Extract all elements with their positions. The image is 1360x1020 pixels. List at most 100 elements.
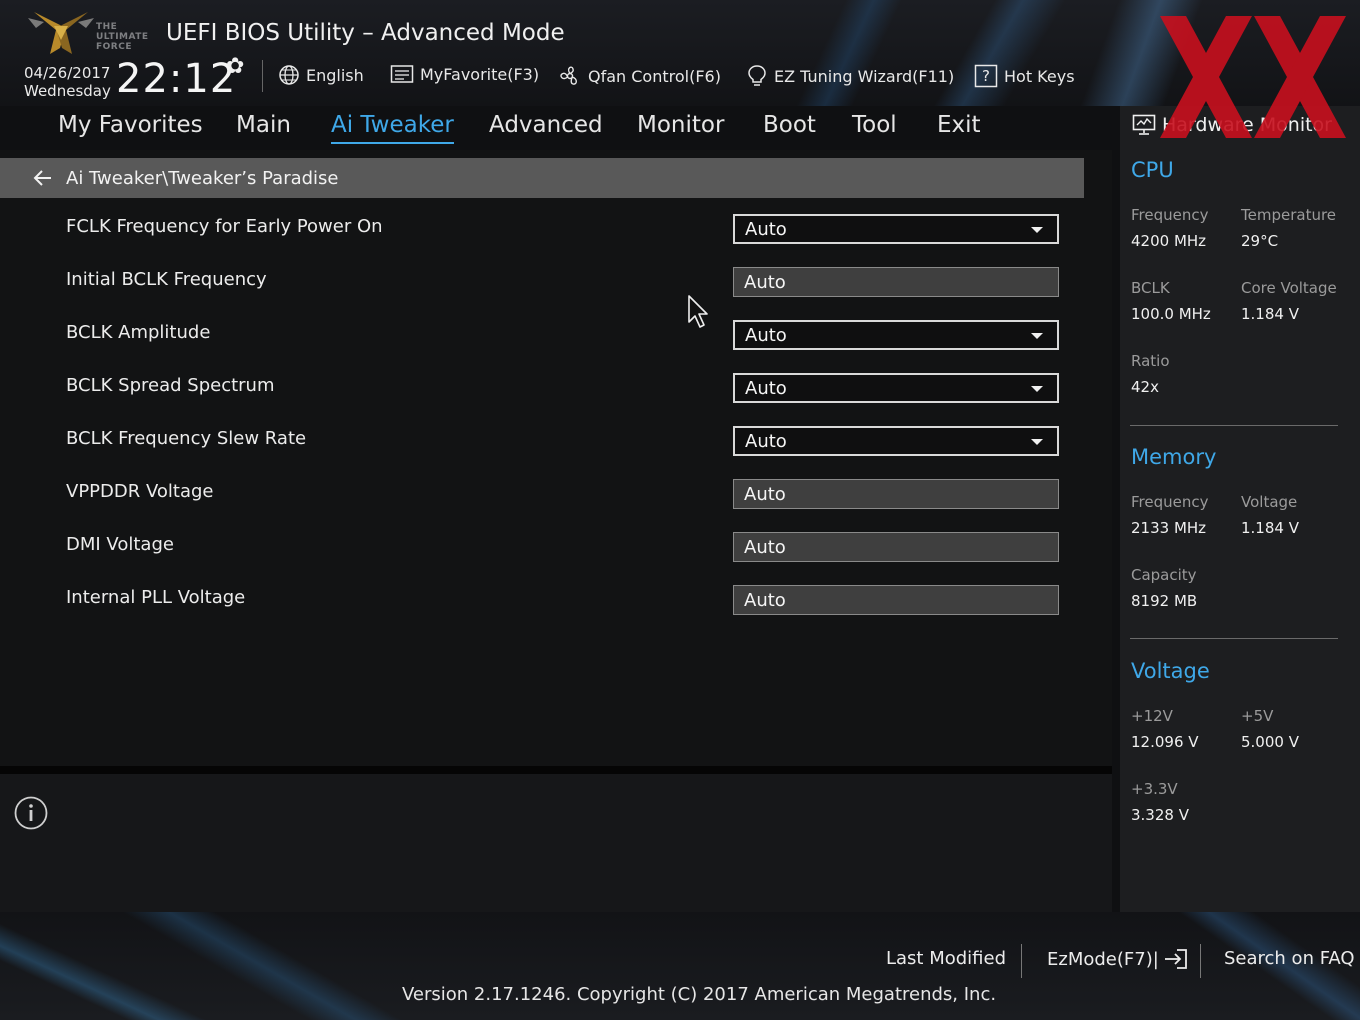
- setting-label: BCLK Amplitude: [66, 322, 211, 343]
- setting-row-bclk-slew-rate: BCLK Frequency Slew Rate Auto: [0, 420, 1084, 460]
- cpu-heading: CPU: [1131, 158, 1174, 182]
- bclk-slew-rate-dropdown[interactable]: Auto: [733, 426, 1059, 456]
- ratio-label: Ratio: [1131, 352, 1170, 370]
- info-icon: [14, 796, 48, 830]
- bclk-spread-spectrum-dropdown[interactable]: Auto: [733, 373, 1059, 403]
- core-voltage-value: 1.184 V: [1241, 305, 1299, 323]
- internal-pll-voltage-field[interactable]: Auto: [733, 585, 1059, 615]
- cpu-frequency-value: 4200 MHz: [1131, 232, 1207, 250]
- ezmode-label: EzMode(F7)|: [1047, 948, 1159, 970]
- version-text: Version 2.17.1246. Copyright (C) 2017 Am…: [402, 984, 997, 1005]
- myfavorite-icon: [390, 65, 414, 83]
- gear-icon[interactable]: ✿: [226, 54, 244, 79]
- core-voltage-label: Core Voltage: [1241, 279, 1337, 297]
- memory-voltage-value: 1.184 V: [1241, 519, 1299, 537]
- weekday-text: Wednesday: [24, 82, 111, 100]
- hot-keys-button[interactable]: ? Hot Keys: [974, 64, 1075, 88]
- setting-label: FCLK Frequency for Early Power On: [66, 216, 383, 237]
- ezmode-button[interactable]: EzMode(F7)|: [1047, 948, 1189, 970]
- initial-bclk-frequency-field[interactable]: Auto: [733, 267, 1059, 297]
- tab-advanced[interactable]: Advanced: [489, 112, 603, 138]
- chevron-down-icon: [1031, 333, 1043, 339]
- myfavorite-button[interactable]: MyFavorite(F3): [390, 64, 539, 84]
- tab-exit[interactable]: Exit: [937, 112, 981, 138]
- section-divider: [1130, 638, 1338, 639]
- memory-frequency-value: 2133 MHz: [1131, 519, 1207, 537]
- svg-text:?: ?: [982, 67, 990, 85]
- last-modified-button[interactable]: Last Modified: [886, 948, 1006, 969]
- v33-label: +3.3V: [1131, 780, 1178, 798]
- dropdown-value: Auto: [745, 430, 787, 452]
- capacity-value: 8192 MB: [1131, 592, 1198, 610]
- chevron-down-icon: [1031, 227, 1043, 233]
- qfan-control-button[interactable]: Qfan Control(F6): [558, 64, 721, 88]
- chevron-down-icon: [1031, 386, 1043, 392]
- main-menu-tabs: My Favorites Main Ai Tweaker Advanced Mo…: [0, 106, 1112, 150]
- cpu-frequency-label: Frequency: [1131, 206, 1209, 224]
- header-separator: [262, 60, 263, 92]
- tab-my-favorites[interactable]: My Favorites: [58, 112, 203, 138]
- footer-separator: [1200, 944, 1201, 978]
- setting-label: BCLK Spread Spectrum: [66, 375, 275, 396]
- app-title: UEFI BIOS Utility – Advanced Mode: [166, 20, 565, 46]
- tab-main[interactable]: Main: [236, 112, 291, 138]
- vppddr-voltage-field[interactable]: Auto: [733, 479, 1059, 509]
- settings-panel: Ai Tweaker\Tweaker’s Paradise FCLK Frequ…: [0, 150, 1112, 766]
- setting-label: DMI Voltage: [66, 534, 174, 555]
- capacity-label: Capacity: [1131, 566, 1197, 584]
- monitor-icon: [1132, 114, 1156, 135]
- voltage-heading: Voltage: [1131, 659, 1210, 683]
- setting-row-vppddr-voltage: VPPDDR Voltage Auto: [0, 473, 1084, 513]
- tab-tool[interactable]: Tool: [852, 112, 897, 138]
- date-text: 04/26/2017: [24, 64, 111, 82]
- dmi-voltage-field[interactable]: Auto: [733, 532, 1059, 562]
- breadcrumb: Ai Tweaker\Tweaker’s Paradise: [0, 158, 1084, 198]
- search-faq-button[interactable]: Search on FAQ: [1224, 948, 1355, 969]
- help-info-panel: [0, 774, 1112, 912]
- chevron-down-icon: [1031, 439, 1043, 445]
- last-modified-label: Last Modified: [886, 948, 1007, 969]
- breadcrumb-path: Ai Tweaker\Tweaker’s Paradise: [66, 167, 339, 189]
- header-bar: THE ULTIMATE FORCE UEFI BIOS Utility – A…: [0, 0, 1360, 106]
- section-divider: [1130, 425, 1338, 426]
- setting-label: Internal PLL Voltage: [66, 587, 246, 608]
- clock-display: 22:12: [116, 56, 237, 102]
- dropdown-value: Auto: [745, 377, 787, 399]
- footer-bar: Last Modified EzMode(F7)| Search on FAQ …: [0, 912, 1360, 1020]
- xx-watermark-logo: [1160, 16, 1346, 138]
- field-value: Auto: [744, 271, 786, 293]
- dropdown-value: Auto: [745, 218, 787, 240]
- setting-row-dmi-voltage: DMI Voltage Auto: [0, 526, 1084, 566]
- memory-frequency-label: Frequency: [1131, 493, 1209, 511]
- ez-tuning-wizard-button[interactable]: EZ Tuning Wizard(F11): [746, 64, 954, 88]
- setting-row-initial-bclk-frequency: Initial BCLK Frequency Auto: [0, 261, 1084, 301]
- tab-monitor[interactable]: Monitor: [637, 112, 724, 138]
- memory-voltage-label: Voltage: [1241, 493, 1298, 511]
- qfan-label: Qfan Control(F6): [588, 66, 721, 86]
- tab-ai-tweaker[interactable]: Ai Tweaker: [331, 112, 454, 144]
- field-value: Auto: [744, 589, 786, 611]
- tab-boot[interactable]: Boot: [763, 112, 816, 138]
- fan-icon: [560, 66, 577, 85]
- setting-label: VPPDDR Voltage: [66, 481, 214, 502]
- bclk-amplitude-dropdown[interactable]: Auto: [733, 320, 1059, 350]
- search-faq-label: Search on FAQ: [1224, 948, 1355, 969]
- language-button[interactable]: English: [278, 64, 364, 86]
- myfavorite-label: MyFavorite(F3): [420, 64, 540, 84]
- date-display: 04/26/2017 Wednesday: [24, 64, 111, 100]
- v5-value: 5.000 V: [1241, 733, 1299, 751]
- bclk-value: 100.0 MHz: [1131, 305, 1211, 323]
- mouse-cursor-icon: [688, 295, 708, 328]
- setting-row-bclk-spread-spectrum: BCLK Spread Spectrum Auto: [0, 367, 1084, 407]
- fclk-frequency-dropdown[interactable]: Auto: [733, 214, 1059, 244]
- logo-text: THE ULTIMATE FORCE: [96, 22, 149, 52]
- back-arrow-icon[interactable]: [32, 167, 54, 189]
- help-icon: ?: [974, 64, 998, 88]
- ez-tuning-label: EZ Tuning Wizard(F11): [774, 66, 955, 86]
- footer-separator: [1021, 944, 1022, 978]
- setting-row-internal-pll-voltage: Internal PLL Voltage Auto: [0, 579, 1084, 619]
- hot-keys-label: Hot Keys: [1004, 66, 1075, 86]
- hardware-monitor-panel: Hardware Monitor CPU Frequency Temperatu…: [1120, 106, 1360, 912]
- v12-value: 12.096 V: [1131, 733, 1199, 751]
- exit-icon: [1164, 949, 1187, 969]
